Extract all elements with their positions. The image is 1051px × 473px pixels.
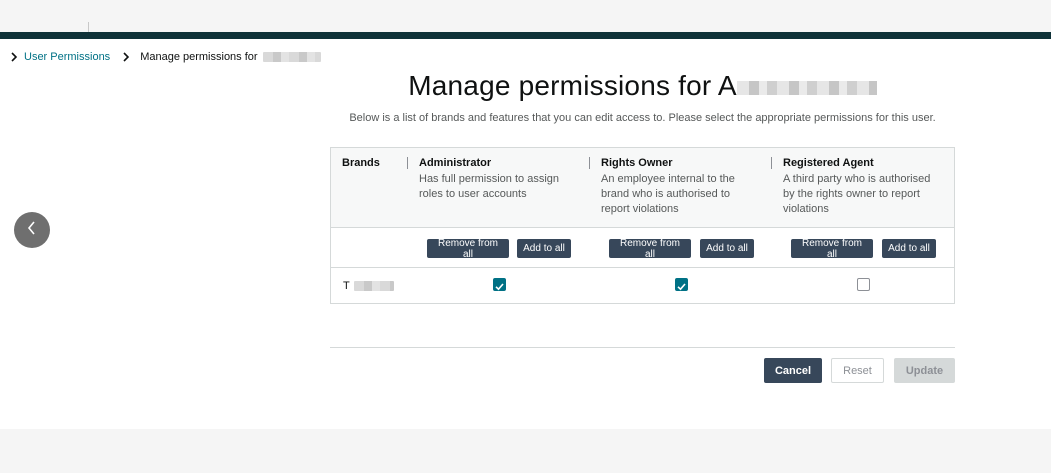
role-name: Rights Owner <box>601 157 673 169</box>
chevron-right-icon <box>8 51 20 63</box>
footer-divider <box>330 347 955 348</box>
update-button[interactable]: Update <box>894 358 955 383</box>
column-separator <box>771 157 772 169</box>
remove-from-all-registered-agent-button[interactable]: Remove from all <box>791 238 873 260</box>
permissions-table: Brands Administrator Has full permission… <box>330 147 955 304</box>
redacted-brand <box>353 281 394 291</box>
brands-column-header: Brands <box>342 157 380 169</box>
checkmark-icon <box>677 283 686 291</box>
chevron-left-icon <box>25 220 39 241</box>
top-area <box>0 0 1051 32</box>
breadcrumb-current: Manage permissions for <box>140 51 258 63</box>
table-row: T <box>331 268 954 303</box>
brand-name: T <box>343 280 350 292</box>
back-button[interactable] <box>14 212 50 248</box>
page-footer-area <box>0 429 1051 473</box>
role-name: Registered Agent <box>783 157 874 169</box>
add-to-all-rights-owner-button[interactable]: Add to all <box>700 239 754 258</box>
page-title-text: Manage permissions for A <box>408 70 737 101</box>
table-header-row: Brands Administrator Has full permission… <box>331 148 954 228</box>
cancel-button[interactable]: Cancel <box>764 358 822 383</box>
top-divider <box>88 22 89 32</box>
bulk-action-row: Remove from all Add to all Remove from a… <box>331 228 954 268</box>
breadcrumb-link-user-permissions[interactable]: User Permissions <box>24 51 110 63</box>
registered-agent-checkbox[interactable] <box>857 278 870 291</box>
role-description: An employee internal to the brand who is… <box>601 173 735 215</box>
administrator-checkbox[interactable] <box>493 278 506 291</box>
add-to-all-registered-agent-button[interactable]: Add to all <box>882 239 936 258</box>
role-header-registered-agent: Registered Agent A third party who is au… <box>771 157 953 217</box>
remove-from-all-rights-owner-button[interactable]: Remove from all <box>609 238 691 260</box>
redacted-name <box>262 52 321 62</box>
page-title: Manage permissions for A <box>330 70 955 102</box>
checkmark-icon <box>495 283 504 291</box>
column-separator <box>589 157 590 169</box>
breadcrumb: User Permissions Manage permissions for <box>8 49 321 65</box>
role-name: Administrator <box>419 157 492 169</box>
chevron-right-icon <box>120 51 132 63</box>
role-header-administrator: Administrator Has full permission to ass… <box>407 157 589 202</box>
page-subtitle: Below is a list of brands and features t… <box>349 112 936 124</box>
add-to-all-administrator-button[interactable]: Add to all <box>517 239 571 258</box>
column-separator <box>407 157 408 169</box>
header-accent-bar <box>0 32 1051 39</box>
redacted-name <box>736 80 877 95</box>
reset-button[interactable]: Reset <box>831 358 884 383</box>
remove-from-all-administrator-button[interactable]: Remove from all <box>427 238 509 260</box>
role-description: A third party who is authorised by the r… <box>783 173 931 215</box>
rights-owner-checkbox[interactable] <box>675 278 688 291</box>
role-description: Has full permission to assign roles to u… <box>419 173 560 200</box>
brand-name-cell: T <box>343 280 394 292</box>
role-header-rights-owner: Rights Owner An employee internal to the… <box>589 157 771 217</box>
